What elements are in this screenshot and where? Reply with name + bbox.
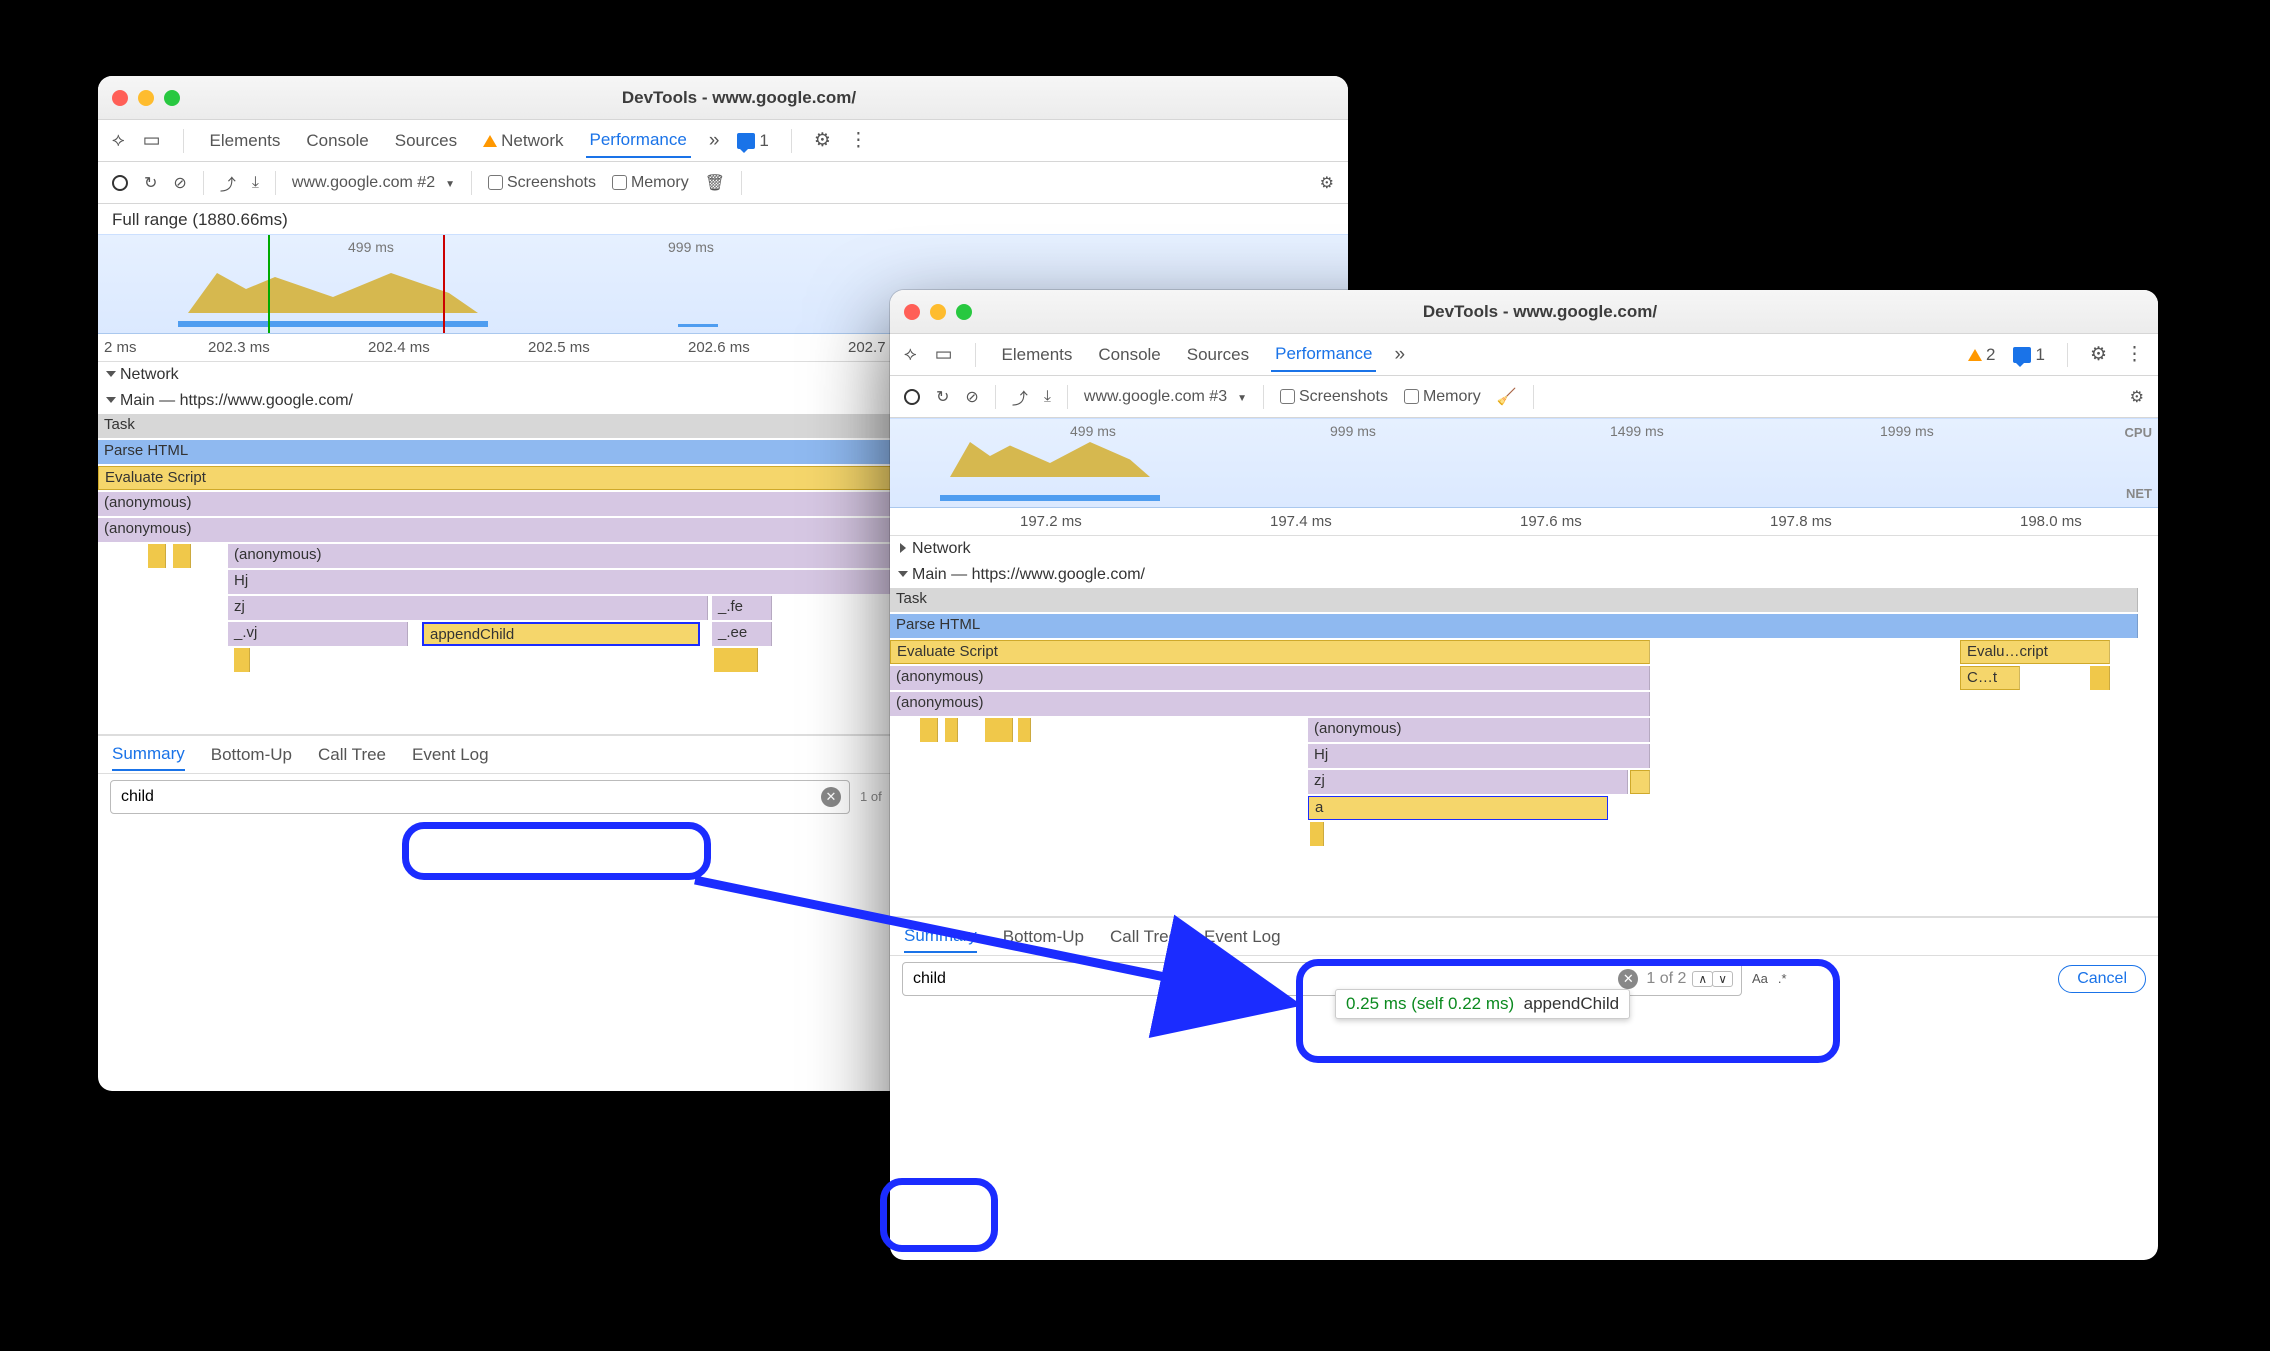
arrow-annotation xyxy=(0,0,2270,1351)
